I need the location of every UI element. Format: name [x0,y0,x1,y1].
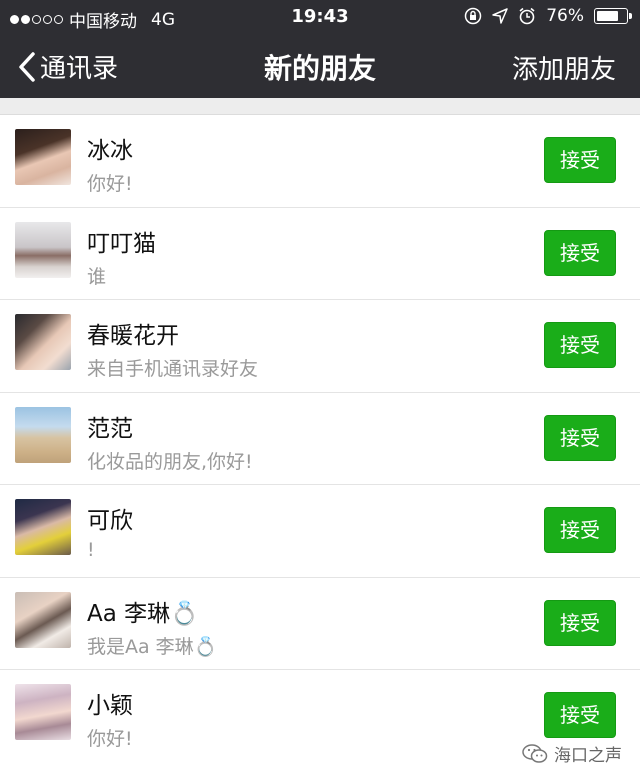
friend-name: Aa 李琳💍 [87,600,199,627]
avatar[interactable] [15,684,71,740]
request-message: 来自手机通讯录好友 [87,358,259,380]
status-right: 76% [464,6,632,26]
avatar[interactable] [15,499,71,555]
list-item[interactable]: 春暖花开 来自手机通讯录好友 接受 [0,300,640,393]
battery-percent: 76% [546,6,584,26]
request-message: 我是Aa 李琳💍 [87,635,218,658]
friend-name: 可欣 [87,508,133,534]
nav-bar: 通讯录 新的朋友 添加朋友 [0,34,640,98]
request-message: 化妆品的朋友,你好! [87,450,253,473]
accept-button[interactable]: 接受 [544,599,616,646]
avatar[interactable] [15,406,71,463]
request-message: 你好! [87,728,133,750]
avatar[interactable] [15,129,71,185]
wechat-icon [522,743,548,763]
list-item[interactable]: 冰冰 你好! 接受 [0,115,640,208]
avatar[interactable] [15,314,71,370]
avatar[interactable] [15,591,71,648]
friend-name: 叮叮猫 [87,230,156,257]
add-friend-button[interactable]: 添加朋友 [512,49,616,86]
location-icon [492,8,508,24]
accept-button[interactable]: 接受 [544,322,616,368]
request-message: ! [87,539,95,561]
alarm-icon [519,7,535,25]
list-item[interactable]: 可欣 ! 接受 [0,485,640,578]
friend-name: 冰冰 [87,138,133,164]
accept-button[interactable]: 接受 [544,507,616,553]
request-message: 谁 [87,265,107,288]
avatar[interactable] [15,221,71,278]
accept-button[interactable]: 接受 [544,692,616,738]
status-bar: 中国移动 4G 19:43 76% [0,0,640,34]
accept-button[interactable]: 接受 [544,137,616,183]
battery-icon [594,8,632,24]
watermark-text: 海口之声 [554,746,622,766]
accept-button[interactable]: 接受 [544,229,616,276]
friend-name: 春暖花开 [87,323,179,349]
watermark: 海口之声 [522,741,622,766]
accept-button[interactable]: 接受 [544,414,616,461]
list-item[interactable]: 范范 化妆品的朋友,你好! 接受 [0,393,640,485]
friend-name: 小颖 [87,693,133,719]
orientation-lock-icon [464,7,482,25]
friend-request-list: 冰冰 你好! 接受 叮叮猫 谁 接受 春暖花开 来自手机通讯录好友 接受 范范 … [0,114,640,774]
list-item[interactable]: Aa 李琳💍 我是Aa 李琳💍 接受 [0,578,640,670]
friend-name: 范范 [87,415,133,442]
list-item[interactable]: 叮叮猫 谁 接受 [0,208,640,300]
request-message: 你好! [87,173,133,195]
